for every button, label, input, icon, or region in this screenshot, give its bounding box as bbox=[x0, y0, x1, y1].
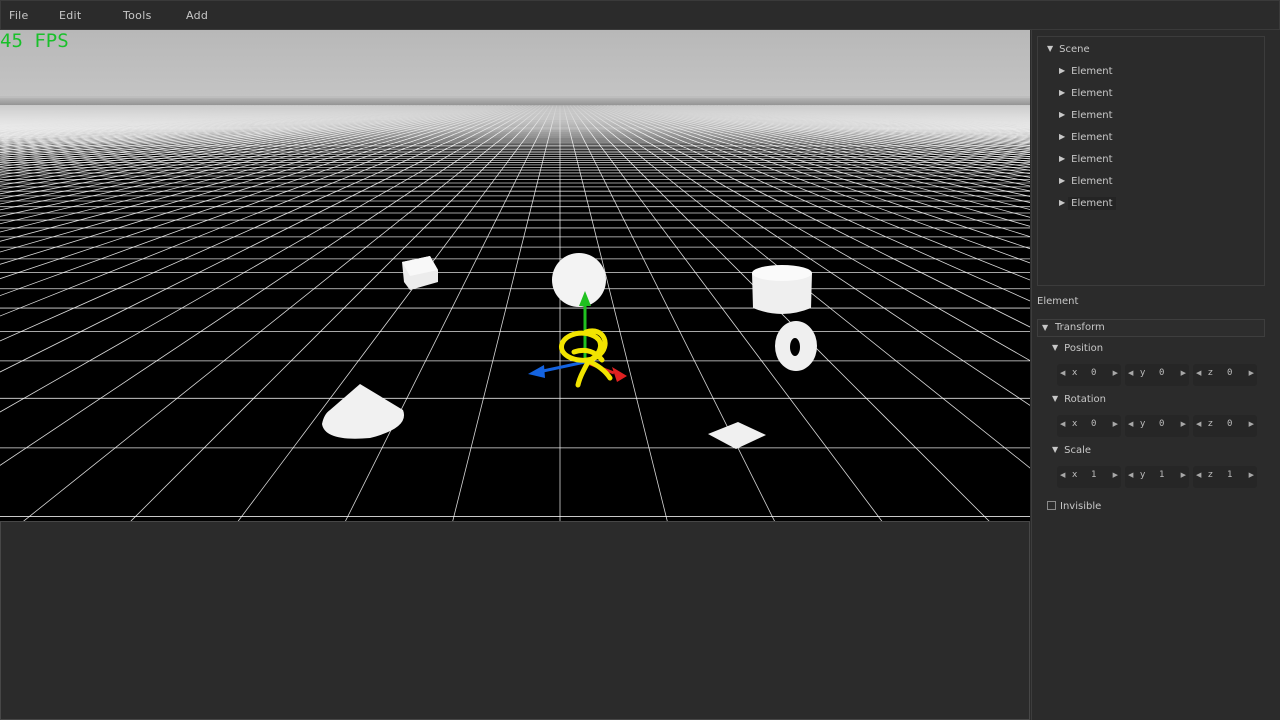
position-y-stepper[interactable]: ◀ y 0 ▶ bbox=[1125, 364, 1189, 386]
triangle-down-icon[interactable]: ▼ bbox=[1042, 323, 1048, 332]
rotation-y-stepper[interactable]: ◀ y 0 ▶ bbox=[1125, 415, 1189, 437]
menu-tools[interactable]: Tools bbox=[123, 9, 152, 22]
arrow-right-icon[interactable]: ▶ bbox=[1181, 369, 1186, 377]
scene-canvas[interactable] bbox=[0, 30, 1030, 521]
sphere-object[interactable] bbox=[552, 253, 606, 307]
tree-item-scene[interactable]: ▼ Scene bbox=[1047, 44, 1090, 55]
tree-item-element-selected[interactable]: ▶ Element bbox=[1059, 197, 1116, 210]
fps-counter: 45 FPS bbox=[0, 30, 69, 52]
transform-label: Transform bbox=[1055, 322, 1105, 333]
arrow-left-icon[interactable]: ◀ bbox=[1060, 369, 1065, 377]
invisible-checkbox[interactable] bbox=[1047, 501, 1056, 510]
triangle-right-icon[interactable]: ▶ bbox=[1059, 154, 1065, 163]
viewport-3d[interactable]: 45 FPS bbox=[0, 30, 1030, 521]
scale-y-stepper[interactable]: ◀ y 1 ▶ bbox=[1125, 466, 1189, 488]
scene-tree[interactable]: ▼ Scene ▶ Element ▶ Element ▶ Element ▶ Eleme… bbox=[1037, 36, 1265, 286]
arrow-left-icon[interactable]: ◀ bbox=[1196, 420, 1201, 428]
console-panel[interactable] bbox=[0, 521, 1030, 720]
triangle-down-icon[interactable]: ▼ bbox=[1052, 343, 1058, 352]
tree-item-element[interactable]: ▶ Element bbox=[1059, 154, 1113, 165]
arrow-right-icon[interactable]: ▶ bbox=[1113, 420, 1118, 428]
scale-header[interactable]: ▼ Scale bbox=[1052, 445, 1091, 456]
horizon-fade bbox=[0, 96, 1030, 138]
menu-edit[interactable]: Edit bbox=[59, 9, 82, 22]
invisible-toggle[interactable]: Invisible bbox=[1047, 501, 1101, 512]
rotation-header[interactable]: ▼ Rotation bbox=[1052, 394, 1106, 405]
position-header[interactable]: ▼ Position bbox=[1052, 343, 1103, 354]
menu-bar: File Edit Tools Add bbox=[0, 0, 1280, 30]
scale-z-stepper[interactable]: ◀ z 1 ▶ bbox=[1193, 466, 1257, 488]
menu-add[interactable]: Add bbox=[186, 9, 208, 22]
transform-section-header[interactable]: ▼ Transform bbox=[1037, 319, 1265, 337]
side-panel: ▼ Scene ▶ Element ▶ Element ▶ Element ▶ Eleme… bbox=[1031, 30, 1280, 720]
arrow-right-icon[interactable]: ▶ bbox=[1113, 369, 1118, 377]
triangle-right-icon[interactable]: ▶ bbox=[1059, 176, 1065, 185]
triangle-down-icon[interactable]: ▼ bbox=[1052, 445, 1058, 454]
menu-file[interactable]: File bbox=[9, 9, 29, 22]
arrow-right-icon[interactable]: ▶ bbox=[1113, 471, 1118, 479]
inspector-title: Element bbox=[1037, 296, 1079, 307]
arrow-right-icon[interactable]: ▶ bbox=[1181, 471, 1186, 479]
sky bbox=[0, 30, 1030, 98]
rotation-x-stepper[interactable]: ◀ x 0 ▶ bbox=[1057, 415, 1121, 437]
torus-object[interactable] bbox=[775, 321, 817, 371]
triangle-right-icon[interactable]: ▶ bbox=[1059, 198, 1065, 207]
arrow-left-icon[interactable]: ◀ bbox=[1060, 471, 1065, 479]
triangle-right-icon[interactable]: ▶ bbox=[1059, 132, 1065, 141]
triangle-down-icon[interactable]: ▼ bbox=[1052, 394, 1058, 403]
triangle-down-icon[interactable]: ▼ bbox=[1047, 44, 1053, 53]
position-z-stepper[interactable]: ◀ z 0 ▶ bbox=[1193, 364, 1257, 386]
tree-item-element[interactable]: ▶ Element bbox=[1059, 66, 1113, 77]
arrow-right-icon[interactable]: ▶ bbox=[1249, 471, 1254, 479]
position-x-stepper[interactable]: ◀ x 0 ▶ bbox=[1057, 364, 1121, 386]
arrow-left-icon[interactable]: ◀ bbox=[1196, 471, 1201, 479]
tree-item-element[interactable]: ▶ Element bbox=[1059, 176, 1113, 187]
arrow-left-icon[interactable]: ◀ bbox=[1196, 369, 1201, 377]
arrow-right-icon[interactable]: ▶ bbox=[1249, 369, 1254, 377]
triangle-right-icon[interactable]: ▶ bbox=[1059, 110, 1065, 119]
rotation-z-stepper[interactable]: ◀ z 0 ▶ bbox=[1193, 415, 1257, 437]
cylinder-object[interactable] bbox=[752, 265, 812, 314]
scale-x-stepper[interactable]: ◀ x 1 ▶ bbox=[1057, 466, 1121, 488]
arrow-right-icon[interactable]: ▶ bbox=[1181, 420, 1186, 428]
arrow-left-icon[interactable]: ◀ bbox=[1060, 420, 1065, 428]
arrow-left-icon[interactable]: ◀ bbox=[1128, 420, 1133, 428]
tree-item-element[interactable]: ▶ Element bbox=[1059, 88, 1113, 99]
arrow-right-icon[interactable]: ▶ bbox=[1249, 420, 1254, 428]
tree-item-element[interactable]: ▶ Element bbox=[1059, 132, 1113, 143]
tree-item-element[interactable]: ▶ Element bbox=[1059, 110, 1113, 121]
arrow-left-icon[interactable]: ◀ bbox=[1128, 471, 1133, 479]
arrow-left-icon[interactable]: ◀ bbox=[1128, 369, 1133, 377]
triangle-right-icon[interactable]: ▶ bbox=[1059, 88, 1065, 97]
triangle-right-icon[interactable]: ▶ bbox=[1059, 66, 1065, 75]
